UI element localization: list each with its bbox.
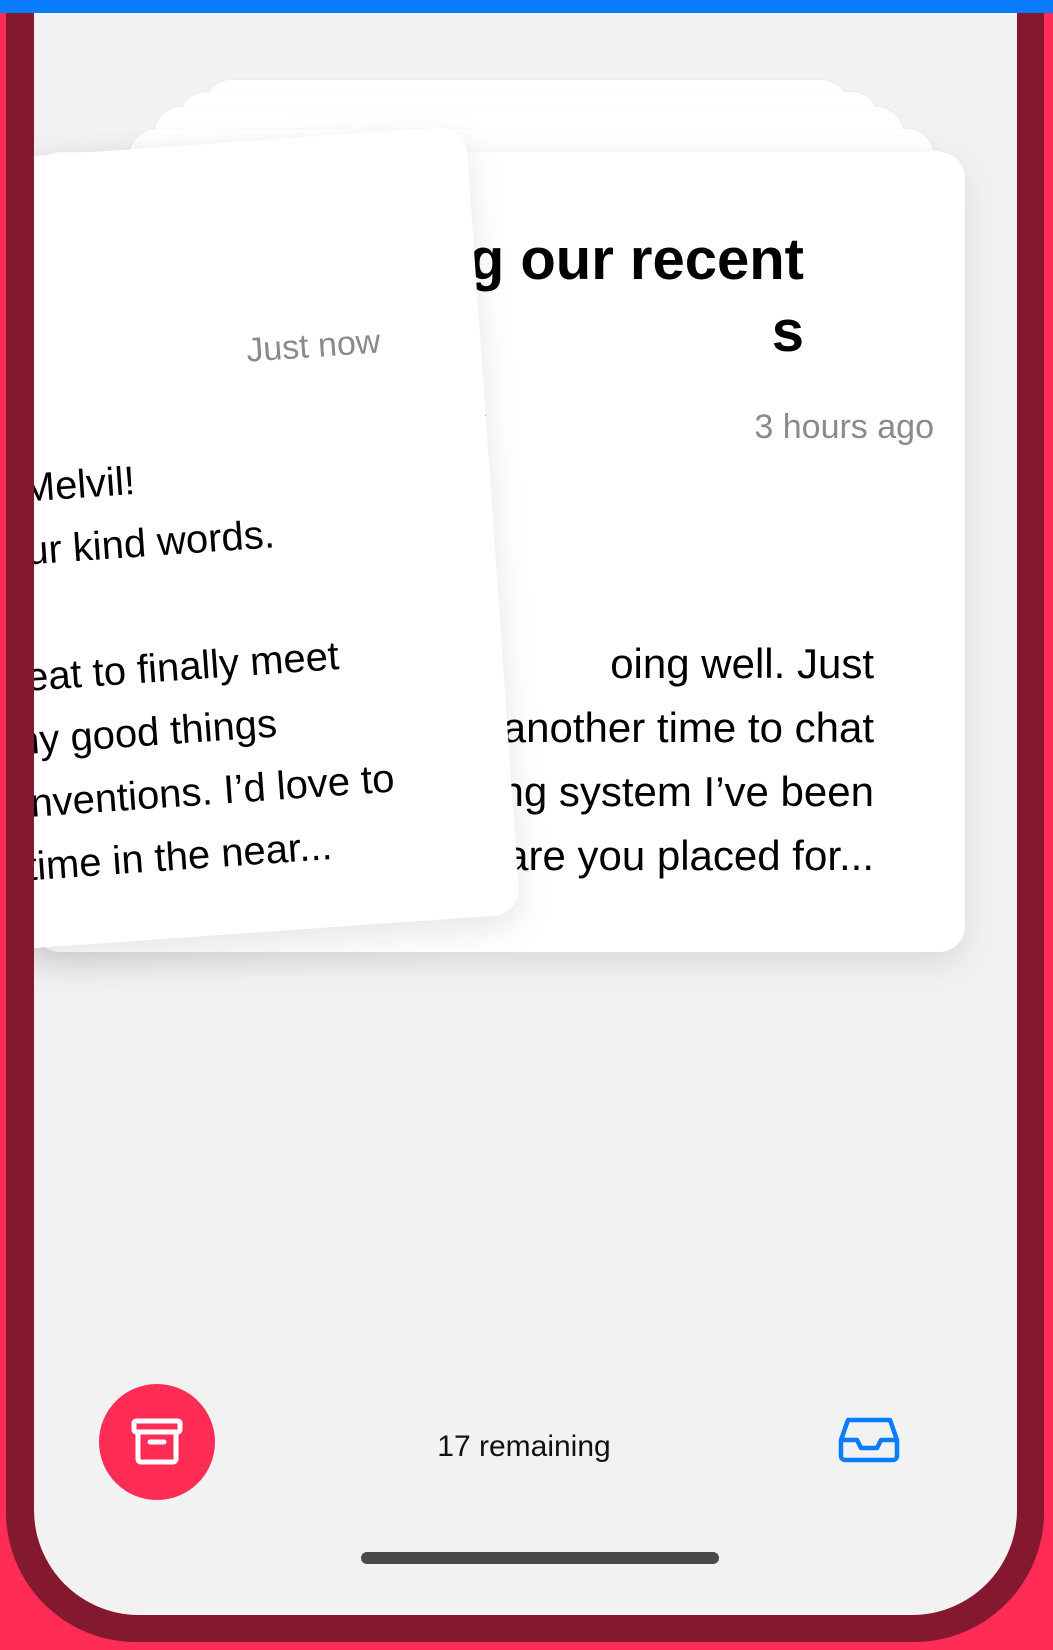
message-time: Just now <box>244 322 382 370</box>
app-screen: g our recent s ey 3 hours ago oing well.… <box>34 0 1017 1615</box>
phone-frame: g our recent s ey 3 hours ago oing well.… <box>6 0 1044 1642</box>
remaining-count: 17 remaining <box>437 1430 611 1463</box>
archive-icon <box>131 1418 183 1465</box>
inbox-button[interactable] <box>834 1410 904 1470</box>
top-status-bar <box>0 0 1053 13</box>
message-body: , Melvil! our kind words. reat to finall… <box>34 458 396 890</box>
home-indicator[interactable] <box>361 1552 719 1564</box>
inbox-icon <box>838 1417 900 1463</box>
message-card-front[interactable]: Just now , Melvil! our kind words. reat … <box>34 125 521 977</box>
archive-button[interactable] <box>99 1384 215 1500</box>
message-time: 3 hours ago <box>754 408 934 446</box>
